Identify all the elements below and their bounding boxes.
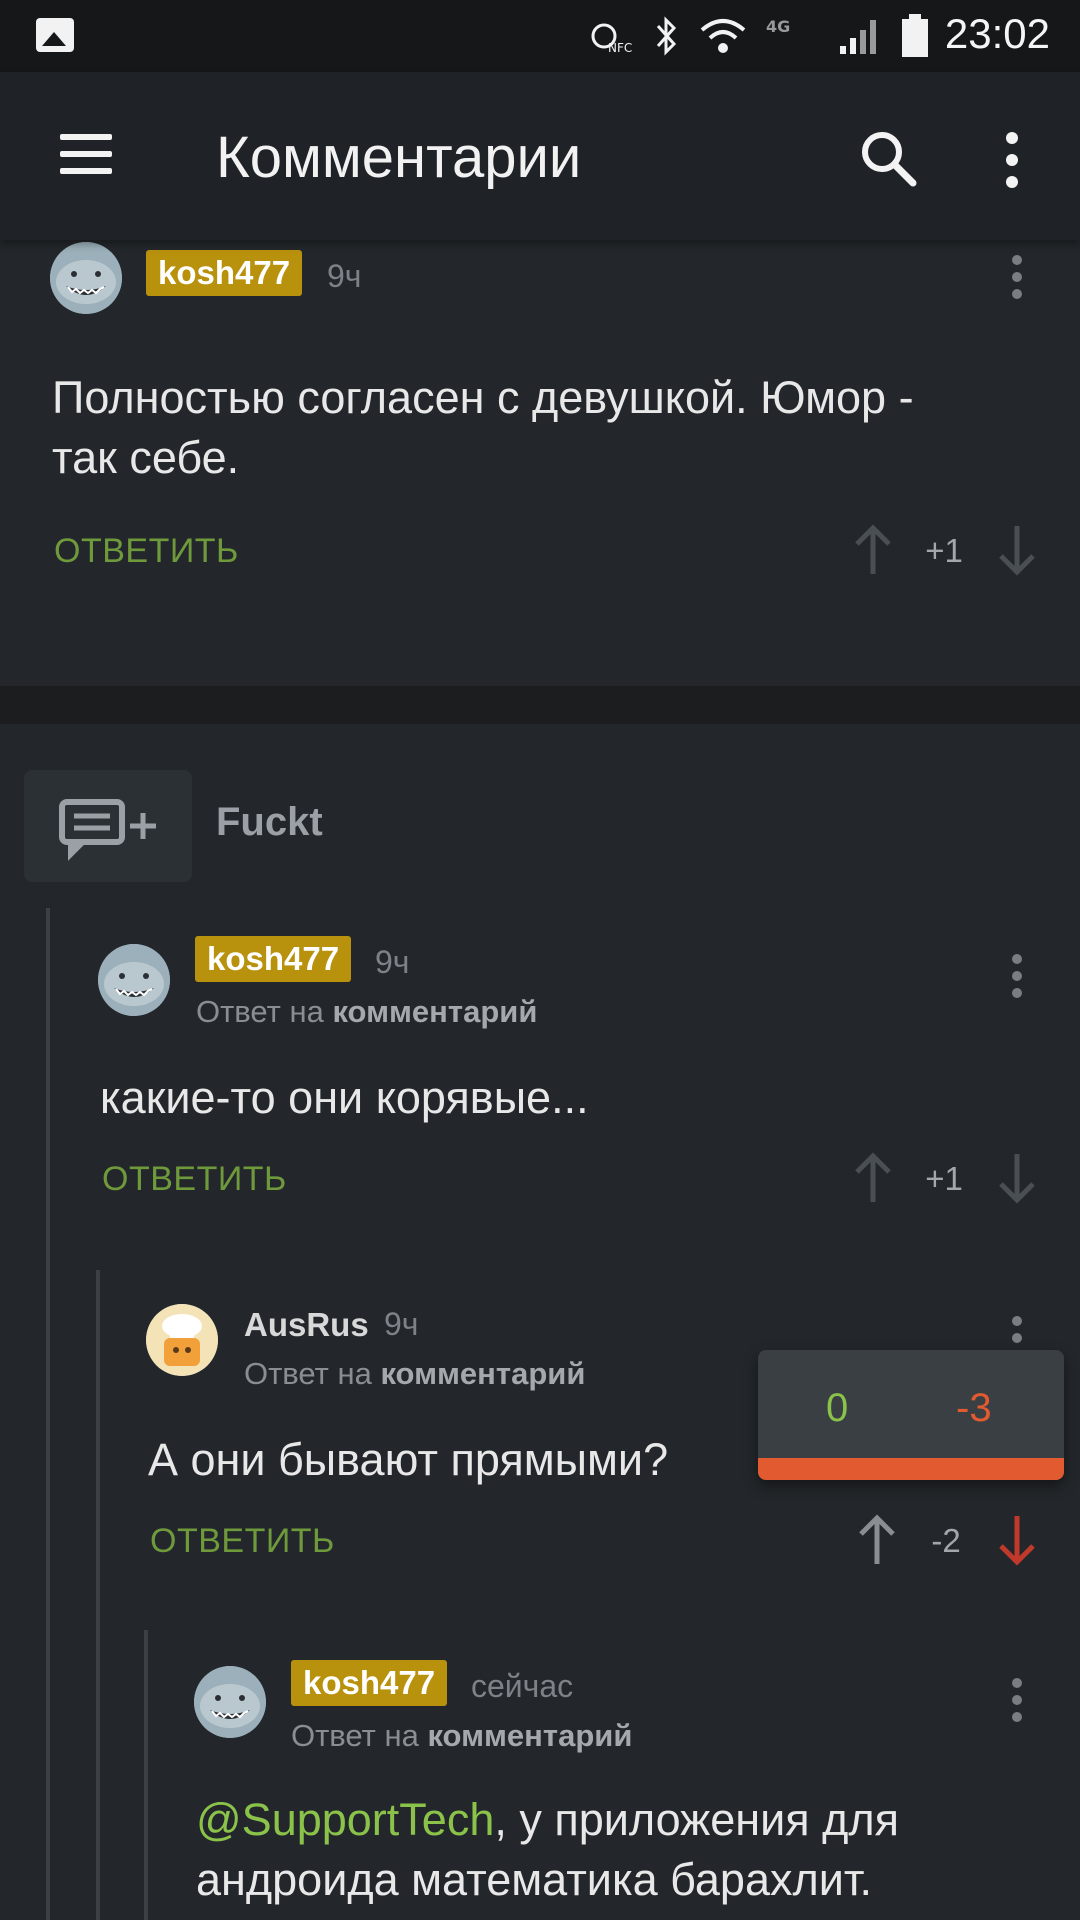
reply-to-label: Ответ на комментарий <box>244 1356 586 1391</box>
upvote-arrow-icon[interactable] <box>857 1514 897 1566</box>
reply-button[interactable]: ОТВЕТИТЬ <box>54 532 239 571</box>
author-badge[interactable]: kosh477 <box>291 1660 448 1706</box>
signal-icon <box>840 20 876 54</box>
menu-icon[interactable] <box>60 134 112 174</box>
page-title: Комментарии <box>216 125 582 190</box>
reply-button[interactable]: ОТВЕТИТЬ <box>102 1160 287 1199</box>
reply-target-link[interactable]: комментарий <box>332 994 537 1029</box>
battery-icon <box>902 14 928 57</box>
shark-avatar-icon <box>98 944 170 1016</box>
thread-line <box>46 908 50 1920</box>
add-comment-icon <box>59 799 156 861</box>
downvote-count: -3 <box>956 1386 992 1430</box>
downvote-arrow-icon[interactable] <box>997 1514 1037 1566</box>
comment-text: А они бывают прямыми? <box>148 1434 669 1485</box>
reply-button[interactable]: ОТВЕТИТЬ <box>150 1522 335 1561</box>
thread-line <box>144 1630 148 1920</box>
vote-breakdown-popup: 0 -3 <box>758 1350 1064 1480</box>
add-comment-button[interactable] <box>24 770 192 882</box>
chef-avatar-icon <box>146 1304 218 1376</box>
vote-ratio-bar <box>758 1458 1064 1480</box>
avatar[interactable] <box>146 1304 218 1376</box>
comment-text: Полностью согласен с девушкой. Юмор - так… <box>52 372 914 483</box>
reply-target-link[interactable]: комментарий <box>427 1718 632 1753</box>
gallery-notification-icon <box>36 18 74 52</box>
comment-text: какие-то они корявые... <box>100 1072 589 1123</box>
comment-time: 9ч <box>384 1306 419 1342</box>
mention-link[interactable]: @SupportTech <box>196 1794 494 1845</box>
post-divider <box>0 686 1080 724</box>
post-title[interactable]: Fuckt <box>216 800 323 845</box>
comment-more-icon[interactable] <box>1010 1678 1024 1722</box>
svg-text:NFC: NFC <box>608 41 632 55</box>
comment-time: сейчас <box>471 1668 574 1704</box>
upvote-count: 0 <box>826 1386 849 1430</box>
author-name[interactable]: AusRus <box>244 1306 369 1344</box>
comment-text: @SupportTech, у приложения для андроида м… <box>196 1794 900 1905</box>
downvote-arrow-icon[interactable] <box>997 524 1037 576</box>
author-badge[interactable]: kosh477 <box>146 250 303 296</box>
thread-line <box>96 1270 100 1920</box>
downvote-arrow-icon[interactable] <box>997 1152 1037 1204</box>
shark-avatar-icon <box>50 242 122 314</box>
nfc-icon: NFC <box>591 23 632 55</box>
upvote-arrow-icon[interactable] <box>853 1152 893 1204</box>
comment-more-icon[interactable] <box>1010 255 1024 299</box>
author-badge[interactable]: kosh477 <box>195 936 352 982</box>
comment-score: +1 <box>925 532 963 569</box>
avatar[interactable] <box>98 944 170 1016</box>
svg-text:4G: 4G <box>766 17 790 36</box>
search-icon[interactable] <box>858 128 918 188</box>
upvote-arrow-icon[interactable] <box>853 524 893 576</box>
reply-to-label: Ответ на комментарий <box>291 1718 633 1753</box>
4g-icon: 4G <box>766 17 790 36</box>
comment-more-icon[interactable] <box>1010 954 1024 998</box>
reply-target-link[interactable]: комментарий <box>380 1356 585 1391</box>
comment-score: -2 <box>931 1522 961 1559</box>
avatar[interactable] <box>194 1666 266 1738</box>
comment-time: 9ч <box>375 944 410 980</box>
status-icons: NFC 4G <box>590 14 930 58</box>
avatar[interactable] <box>50 242 122 314</box>
comment-time: 9ч <box>327 258 362 294</box>
bluetooth-icon <box>656 16 677 56</box>
reply-to-label: Ответ на комментарий <box>196 994 538 1029</box>
wifi-icon <box>700 19 746 53</box>
app-bar: Комментарии <box>0 72 1080 240</box>
status-time: 23:02 <box>944 10 1050 57</box>
shark-avatar-icon <box>194 1666 266 1738</box>
comment-score: +1 <box>925 1160 963 1197</box>
more-vert-icon[interactable] <box>1000 132 1024 188</box>
status-bar: NFC 4G 23:02 <box>0 0 1080 72</box>
